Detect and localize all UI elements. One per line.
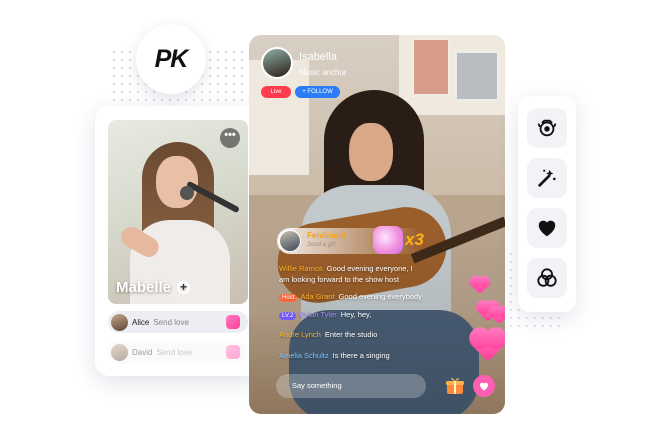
beauty-camera-icon <box>537 119 557 137</box>
gift-message: Send love <box>156 347 193 357</box>
chat-message: Amelia Schultz Is there a singing <box>279 351 390 360</box>
chat-text: Hey, hey, <box>340 310 372 319</box>
opponent-name-row: Mabelle + <box>116 279 191 296</box>
gift-user: David <box>132 347 153 357</box>
beauty-camera-button[interactable] <box>527 108 567 148</box>
page: PK ••• Mabelle + Alice Send love x4 Davi… <box>0 0 670 444</box>
host-avatar[interactable] <box>261 47 293 79</box>
heart-gift-icon <box>373 226 403 254</box>
avatar <box>111 343 128 361</box>
opponent-video[interactable]: ••• Mabelle + <box>108 120 248 304</box>
host-title: Music anchor <box>299 68 347 77</box>
combo-sender: Ferdinand <box>307 231 346 240</box>
pk-opponent-card: ••• Mabelle + Alice Send love x4 David S… <box>95 106 267 376</box>
gift-row: Alice Send love x4 <box>108 311 267 333</box>
live-badge: Live <box>261 86 291 98</box>
chat-message: Host Ada Grant Good evening everybody <box>279 292 422 302</box>
chat-message: am looking forward to the show host <box>279 275 399 284</box>
magic-wand-icon <box>538 169 556 187</box>
gift-box-button[interactable] <box>444 375 466 397</box>
avatar <box>111 313 128 331</box>
add-icon[interactable]: + <box>177 281 191 294</box>
chat-user: Andre Lynch <box>279 330 321 339</box>
effects-toolbar <box>518 96 576 312</box>
chat-message: LV.2 Dylan Tyler Hey, hey, <box>279 310 371 320</box>
heart-gift-icon <box>226 345 240 359</box>
filter-button[interactable] <box>527 258 567 298</box>
magic-wand-button[interactable] <box>527 158 567 198</box>
combo-count: x3 <box>405 230 424 249</box>
opponent-name: Mabelle <box>116 279 172 296</box>
more-icon[interactable]: ••• <box>220 128 240 148</box>
host-badge: Host <box>279 294 298 302</box>
heart-icon <box>480 382 488 391</box>
gift-message: Send love <box>153 317 189 327</box>
host-name: Isabella <box>299 51 337 63</box>
combo-subtitle: Send a gift <box>307 242 336 248</box>
chat-message: Andre Lynch Enter the studio <box>279 330 377 339</box>
send-love-button[interactable] <box>473 375 495 397</box>
filter-circles-icon <box>537 268 557 287</box>
chat-user: Dylan Tyler <box>299 310 337 319</box>
level-badge: LV.2 <box>279 312 297 320</box>
chat-text: Is there a singing <box>332 351 390 360</box>
chat-input[interactable]: Say something <box>276 374 426 398</box>
chat-text: Good evening everyone, I <box>326 264 413 273</box>
chat-user: Ada Grant <box>300 292 335 301</box>
chat-user: Willie Ramos <box>279 264 323 273</box>
live-stream-view[interactable]: Isabella Music anchor Live + FOLLOW Ferd… <box>249 35 505 414</box>
like-button[interactable] <box>527 208 567 248</box>
heart-gift-icon <box>226 315 240 329</box>
gift-user: Alice <box>132 317 150 327</box>
follow-button[interactable]: + FOLLOW <box>295 86 340 98</box>
gift-row: David Send love x4 <box>108 341 267 363</box>
gift-box-icon <box>446 378 464 394</box>
chat-text: Enter the studio <box>324 330 378 339</box>
heart-icon <box>538 220 556 237</box>
chat-text: Good evening everybody <box>338 292 422 301</box>
chat-user: Amelia Schultz <box>279 351 329 360</box>
pk-label: PK <box>154 44 189 73</box>
avatar <box>279 230 301 252</box>
chat-text: am looking forward to the show host <box>279 275 400 284</box>
pk-badge[interactable]: PK <box>136 24 206 94</box>
chat-message: Willie Ramos Good evening everyone, I <box>279 264 413 273</box>
